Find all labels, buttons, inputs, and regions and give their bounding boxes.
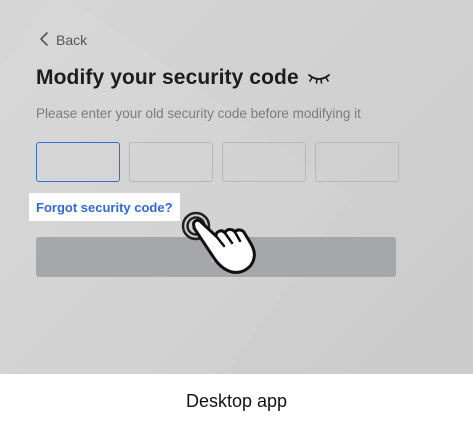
code-digit-input-2[interactable] [129, 142, 213, 182]
instruction-text: Please enter your old security code befo… [36, 106, 361, 121]
page-title: Modify your security code [36, 66, 299, 89]
hand-pointer-icon [176, 196, 266, 276]
code-digit-input-3[interactable] [222, 142, 306, 182]
code-digit-input-1[interactable] [36, 142, 120, 182]
caption-text: Desktop app [185, 390, 288, 411]
back-label: Back [56, 32, 88, 48]
back-button[interactable]: Back [38, 30, 87, 50]
eye-closed-icon[interactable] [307, 71, 331, 85]
title-row: Modify your security code [36, 66, 331, 90]
forgot-security-code-link[interactable]: Forgot security code? [29, 193, 180, 221]
chevron-left-icon [38, 31, 50, 49]
security-code-inputs [36, 142, 399, 182]
code-digit-input-4[interactable] [315, 142, 399, 182]
caption-bar: Desktop app [0, 374, 473, 428]
desktop-app-window: Back Modify your security code Please en… [0, 0, 473, 374]
